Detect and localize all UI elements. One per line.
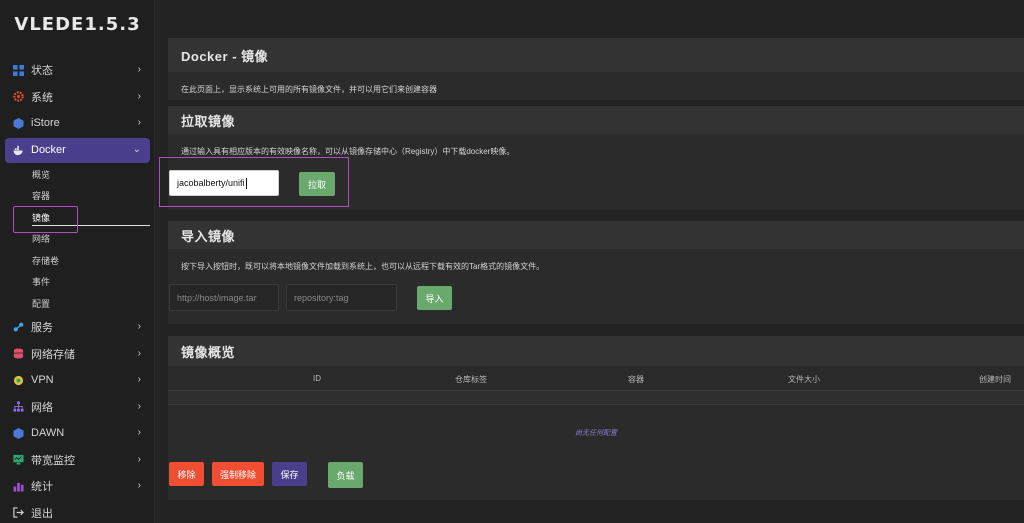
database-icon <box>13 348 24 359</box>
empty-table-message: 尚无任何配置 <box>575 430 617 437</box>
sidebar-item-network-storage[interactable]: 网络存储 › <box>5 341 150 368</box>
import-button[interactable]: 导入 <box>417 286 452 310</box>
col-created: 创建时间 <box>979 375 1011 384</box>
highlight-box <box>159 157 349 207</box>
col-containers: 容器 <box>628 375 644 384</box>
page-description: 在此页面上，显示系统上可用的所有镜像文件，并可以用它们来创建容器 <box>181 85 437 94</box>
cube-icon <box>13 427 24 439</box>
load-button[interactable]: 负载 <box>328 462 363 488</box>
gear-icon <box>13 91 24 102</box>
main-content: Docker - 镜像 在此页面上，显示系统上可用的所有镜像文件，并可以用它们来… <box>155 0 1024 523</box>
sidebar-item-label: 带宽监控 <box>31 454 75 467</box>
sidebar-item-istore[interactable]: iStore › <box>5 110 150 137</box>
page-title: Docker - 镜像 <box>168 38 1024 72</box>
page-header-card: Docker - 镜像 在此页面上，显示系统上可用的所有镜像文件，并可以用它们来… <box>168 38 1024 100</box>
force-remove-button[interactable]: 强制移除 <box>212 462 264 486</box>
sidebar-item-logout[interactable]: 退出 <box>5 500 150 523</box>
sidebar-item-dawn[interactable]: DAWN › <box>5 420 150 447</box>
sidebar-item-docker[interactable]: Docker ⌄ <box>5 137 150 163</box>
sidebar-item-label: 退出 <box>31 507 53 520</box>
dashboard-icon <box>13 64 24 76</box>
chevron-right-icon: › <box>137 480 141 492</box>
sidebar-item-label: 系统 <box>31 91 53 104</box>
chevron-right-icon: › <box>137 400 141 412</box>
import-image-title: 导入镜像 <box>168 221 1024 249</box>
sidebar-item-label: iStore <box>31 117 60 130</box>
chevron-right-icon: › <box>137 321 141 333</box>
chevron-down-icon: ⌄ <box>132 143 141 155</box>
table-header: ID 仓库标签 容器 文件大小 创建时间 <box>168 366 1024 391</box>
chevron-right-icon: › <box>137 117 141 129</box>
docker-whale-icon <box>13 145 23 155</box>
import-repo-placeholder: repository:tag <box>294 292 349 303</box>
sidebar-item-label: 状态 <box>31 65 53 78</box>
cube-icon <box>13 117 24 129</box>
import-repo-tag-input[interactable]: repository:tag <box>286 284 397 311</box>
sidebar-item-vpn[interactable]: VPN › <box>5 367 150 394</box>
chevron-right-icon: › <box>137 347 141 359</box>
col-repo-tags: 仓库标签 <box>455 375 487 384</box>
col-file-size: 文件大小 <box>788 375 820 384</box>
sidebar-item-network[interactable]: 网络 › <box>5 394 150 421</box>
highlight-box <box>13 206 78 233</box>
chevron-right-icon: › <box>137 453 141 465</box>
sidebar-menu: 状态 › 系统 › iStore › Docker ⌄ 概览 容器 镜像 网络 … <box>5 57 150 523</box>
pull-image-title: 拉取镜像 <box>168 106 1024 134</box>
sitemap-icon <box>13 401 24 412</box>
table-row <box>168 391 1024 405</box>
sidebar-item-label: 网络存储 <box>31 348 75 361</box>
docker-sub-events[interactable]: 事件 <box>5 271 150 293</box>
sidebar-item-bandwidth[interactable]: 带宽监控 › <box>5 447 150 474</box>
col-id: ID <box>313 374 321 383</box>
sidebar-item-label: DAWN <box>31 427 65 440</box>
remove-button[interactable]: 移除 <box>169 462 204 486</box>
sidebar-item-services[interactable]: 服务 › <box>5 314 150 341</box>
image-overview-title: 镜像概览 <box>168 336 1024 366</box>
sidebar-item-stats[interactable]: 统计 › <box>5 473 150 500</box>
monitor-icon <box>13 455 24 465</box>
sidebar: VLEDE1.5.3 状态 › 系统 › iStore › Docker ⌄ 概… <box>0 0 155 523</box>
vpn-icon <box>13 375 24 385</box>
sidebar-item-label: VPN <box>31 374 54 387</box>
sidebar-item-label: 服务 <box>31 322 53 335</box>
app-root: VLEDE1.5.3 状态 › 系统 › iStore › Docker ⌄ 概… <box>0 0 1024 523</box>
sidebar-item-status[interactable]: 状态 › <box>5 57 150 84</box>
share-nodes-icon <box>13 322 24 332</box>
save-button[interactable]: 保存 <box>272 462 307 486</box>
import-url-input[interactable]: http://host/image.tar <box>169 284 279 311</box>
app-logo: VLEDE1.5.3 <box>14 14 141 35</box>
import-image-description: 按下导入按钮时，既可以将本地镜像文件加载到系统上，也可以从远程下载有效的Tar格… <box>181 262 545 271</box>
chart-icon <box>13 482 24 492</box>
docker-sub-containers[interactable]: 容器 <box>5 185 150 207</box>
sidebar-item-label: Docker <box>31 144 66 156</box>
chevron-right-icon: › <box>137 427 141 439</box>
pull-image-description: 通过输入具有相应版本的有效映像名称，可以从镜像存储中心（Registry）中下载… <box>181 147 515 156</box>
sidebar-item-system[interactable]: 系统 › <box>5 84 150 111</box>
sidebar-item-label: 统计 <box>31 481 53 494</box>
sidebar-item-label: 网络 <box>31 401 53 414</box>
docker-sub-overview[interactable]: 概览 <box>5 164 150 186</box>
chevron-right-icon: › <box>137 64 141 76</box>
import-url-placeholder: http://host/image.tar <box>177 292 257 303</box>
docker-sub-config[interactable]: 配置 <box>5 293 150 315</box>
chevron-right-icon: › <box>137 374 141 386</box>
chevron-right-icon: › <box>137 90 141 102</box>
logout-icon <box>13 507 24 518</box>
docker-sub-volumes[interactable]: 存储卷 <box>5 250 150 272</box>
